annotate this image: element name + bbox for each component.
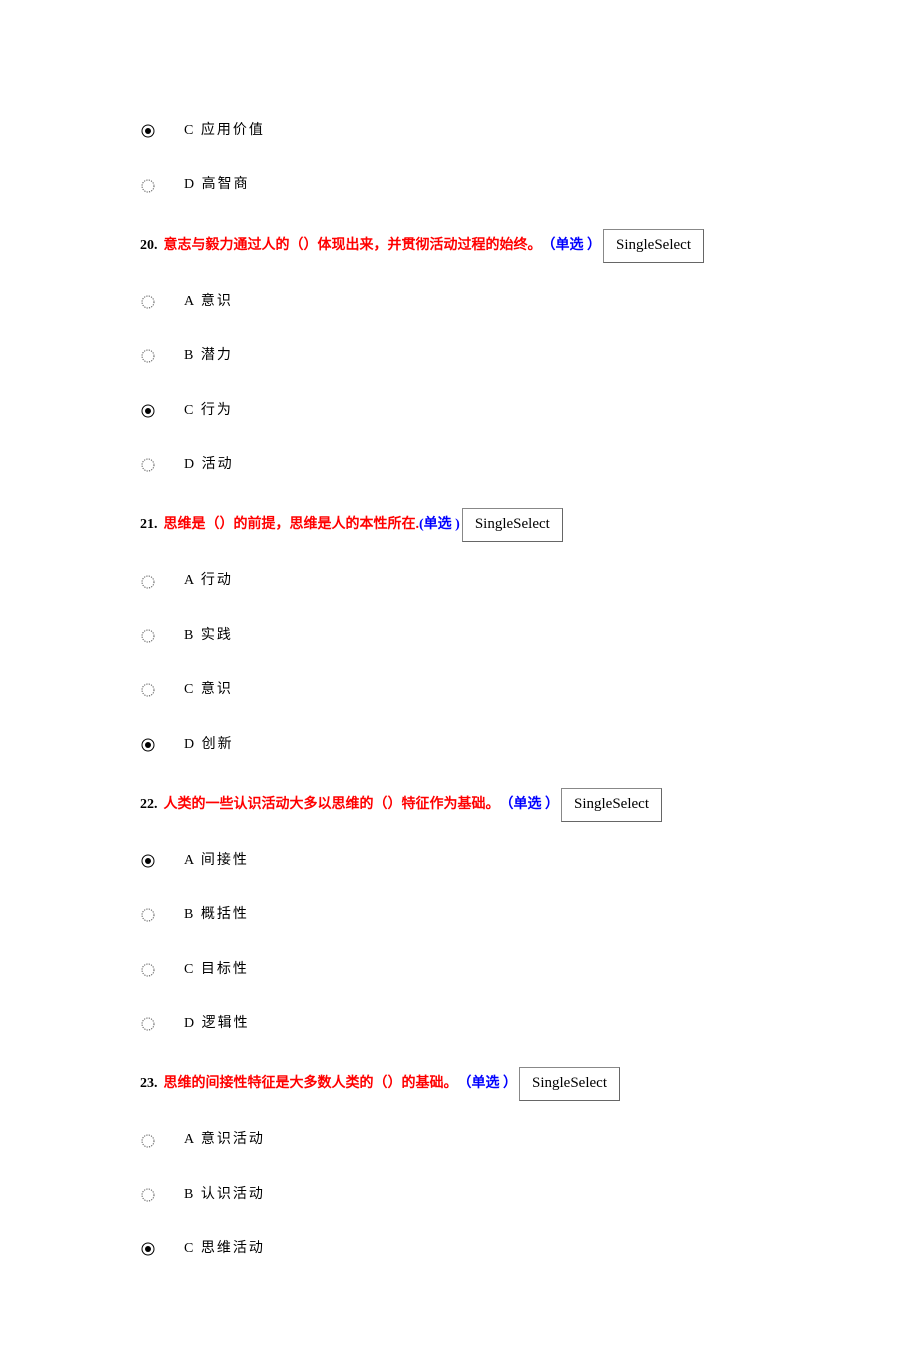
radio-unchecked-icon[interactable] [140, 1187, 156, 1203]
question-header: 21. 思维是（）的前提，思维是人的本性所在.(单选 )SingleSelect [140, 508, 780, 542]
option-row: D 创新 [140, 734, 780, 756]
option-label: B 潜力 [184, 345, 233, 367]
question-text: 思维的间接性特征是大多数人类的（）的基础。 [164, 1073, 458, 1095]
option-row: B 潜力 [140, 345, 780, 367]
option-row: A 意识活动 [140, 1129, 780, 1151]
option-label: B 认识活动 [184, 1184, 265, 1206]
option-row: A 行动 [140, 570, 780, 592]
radio-unchecked-icon[interactable] [140, 178, 156, 194]
radio-unchecked-icon[interactable] [140, 962, 156, 978]
radio-checked-icon[interactable] [140, 1241, 156, 1257]
radio-checked-icon[interactable] [140, 123, 156, 139]
radio-checked-icon[interactable] [140, 737, 156, 753]
single-select-badge: SingleSelect [519, 1067, 620, 1101]
question-header: 23. 思维的间接性特征是大多数人类的（）的基础。（单选 ）SingleSelec… [140, 1067, 780, 1101]
radio-unchecked-icon[interactable] [140, 294, 156, 310]
option-label: B 实践 [184, 625, 233, 647]
option-row: C 思维活动 [140, 1238, 780, 1260]
radio-unchecked-icon[interactable] [140, 1016, 156, 1032]
option-label: B 概括性 [184, 904, 249, 926]
question-type-label: (单选 ) [419, 514, 460, 536]
option-label: A 行动 [184, 570, 233, 592]
single-select-badge: SingleSelect [603, 229, 704, 263]
option-row: C 行为 [140, 400, 780, 422]
option-label: A 意识 [184, 291, 233, 313]
option-label: C 意识 [184, 679, 233, 701]
option-label: D 创新 [184, 734, 234, 756]
question-number: 22. [140, 794, 158, 816]
question-text: 意志与毅力通过人的（）体现出来，并贯彻活动过程的始终。 [164, 235, 542, 257]
option-row: D 高智商 [140, 174, 780, 196]
question-type-label: （单选 ） [542, 235, 602, 257]
option-row: A 意识 [140, 291, 780, 313]
option-row: A 间接性 [140, 850, 780, 872]
option-label: C 目标性 [184, 959, 249, 981]
option-label: C 思维活动 [184, 1238, 265, 1260]
option-label: A 间接性 [184, 850, 249, 872]
option-row: D 活动 [140, 454, 780, 476]
question-header: 22. 人类的一些认识活动大多以思维的（）特征作为基础。（单选 ）SingleSe… [140, 788, 780, 822]
question-number: 23. [140, 1073, 158, 1095]
radio-unchecked-icon[interactable] [140, 574, 156, 590]
question-header: 20. 意志与毅力通过人的（）体现出来，并贯彻活动过程的始终。（单选 ）Singl… [140, 229, 780, 263]
option-row: D 逻辑性 [140, 1013, 780, 1035]
radio-checked-icon[interactable] [140, 853, 156, 869]
radio-unchecked-icon[interactable] [140, 348, 156, 364]
option-label: D 活动 [184, 454, 234, 476]
option-label: A 意识活动 [184, 1129, 265, 1151]
radio-unchecked-icon[interactable] [140, 682, 156, 698]
question-type-label: （单选 ） [500, 794, 560, 816]
radio-unchecked-icon[interactable] [140, 907, 156, 923]
option-row: C 意识 [140, 679, 780, 701]
question-type-label: （单选 ） [458, 1073, 518, 1095]
option-label: D 逻辑性 [184, 1013, 250, 1035]
single-select-badge: SingleSelect [462, 508, 563, 542]
option-label: C 行为 [184, 400, 233, 422]
radio-unchecked-icon[interactable] [140, 628, 156, 644]
single-select-badge: SingleSelect [561, 788, 662, 822]
question-text: 思维是（）的前提，思维是人的本性所在. [164, 514, 420, 536]
option-row: B 认识活动 [140, 1184, 780, 1206]
option-row: C 应用价值 [140, 120, 780, 142]
option-label: D 高智商 [184, 174, 250, 196]
radio-unchecked-icon[interactable] [140, 457, 156, 473]
question-text: 人类的一些认识活动大多以思维的（）特征作为基础。 [164, 794, 500, 816]
question-number: 21. [140, 514, 158, 536]
option-row: C 目标性 [140, 959, 780, 981]
question-number: 20. [140, 235, 158, 257]
option-row: B 概括性 [140, 904, 780, 926]
option-label: C 应用价值 [184, 120, 265, 142]
radio-checked-icon[interactable] [140, 403, 156, 419]
option-row: B 实践 [140, 625, 780, 647]
radio-unchecked-icon[interactable] [140, 1133, 156, 1149]
quiz-content: C 应用价值 D 高智商 20. 意志与毅力通过人的（）体现出来，并贯彻活动过程的始终… [140, 120, 780, 1261]
